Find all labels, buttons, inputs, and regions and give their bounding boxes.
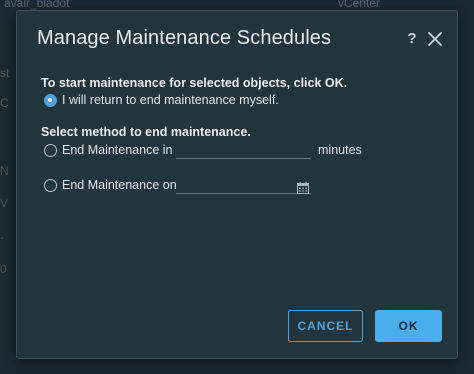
close-icon[interactable] bbox=[427, 31, 443, 47]
minutes-unit-label: minutes bbox=[318, 143, 362, 157]
help-icon[interactable]: ? bbox=[405, 30, 419, 48]
background-fragment: N bbox=[0, 164, 9, 178]
background-fragment: 0 bbox=[0, 262, 7, 276]
background-fragment: C bbox=[0, 96, 9, 110]
background-fragment: st bbox=[0, 66, 10, 80]
background-fragment: - bbox=[0, 230, 4, 244]
background-fragment: V bbox=[0, 196, 9, 210]
end-in-label: End Maintenance in bbox=[62, 143, 173, 157]
maintenance-dialog: Manage Maintenance Schedules ? To start … bbox=[16, 10, 458, 359]
radio-return-manually[interactable] bbox=[44, 94, 57, 107]
minutes-input[interactable] bbox=[176, 142, 311, 159]
start-maintenance-heading: To start maintenance for selected object… bbox=[41, 76, 348, 90]
radio-end-on[interactable] bbox=[44, 179, 57, 192]
end-on-label: End Maintenance on bbox=[62, 178, 177, 192]
radio-end-in[interactable] bbox=[44, 144, 57, 157]
date-input[interactable] bbox=[176, 177, 311, 194]
ok-button[interactable]: OK bbox=[375, 310, 442, 342]
background-text: vCenter bbox=[338, 0, 381, 10]
calendar-icon[interactable] bbox=[297, 181, 309, 194]
dialog-title: Manage Maintenance Schedules bbox=[37, 27, 332, 49]
return-manually-label: I will return to end maintenance myself. bbox=[62, 93, 279, 107]
background-text: avair_bladot bbox=[4, 0, 70, 10]
cancel-button[interactable]: CANCEL bbox=[288, 310, 363, 342]
end-maintenance-heading: Select method to end maintenance. bbox=[41, 125, 251, 139]
